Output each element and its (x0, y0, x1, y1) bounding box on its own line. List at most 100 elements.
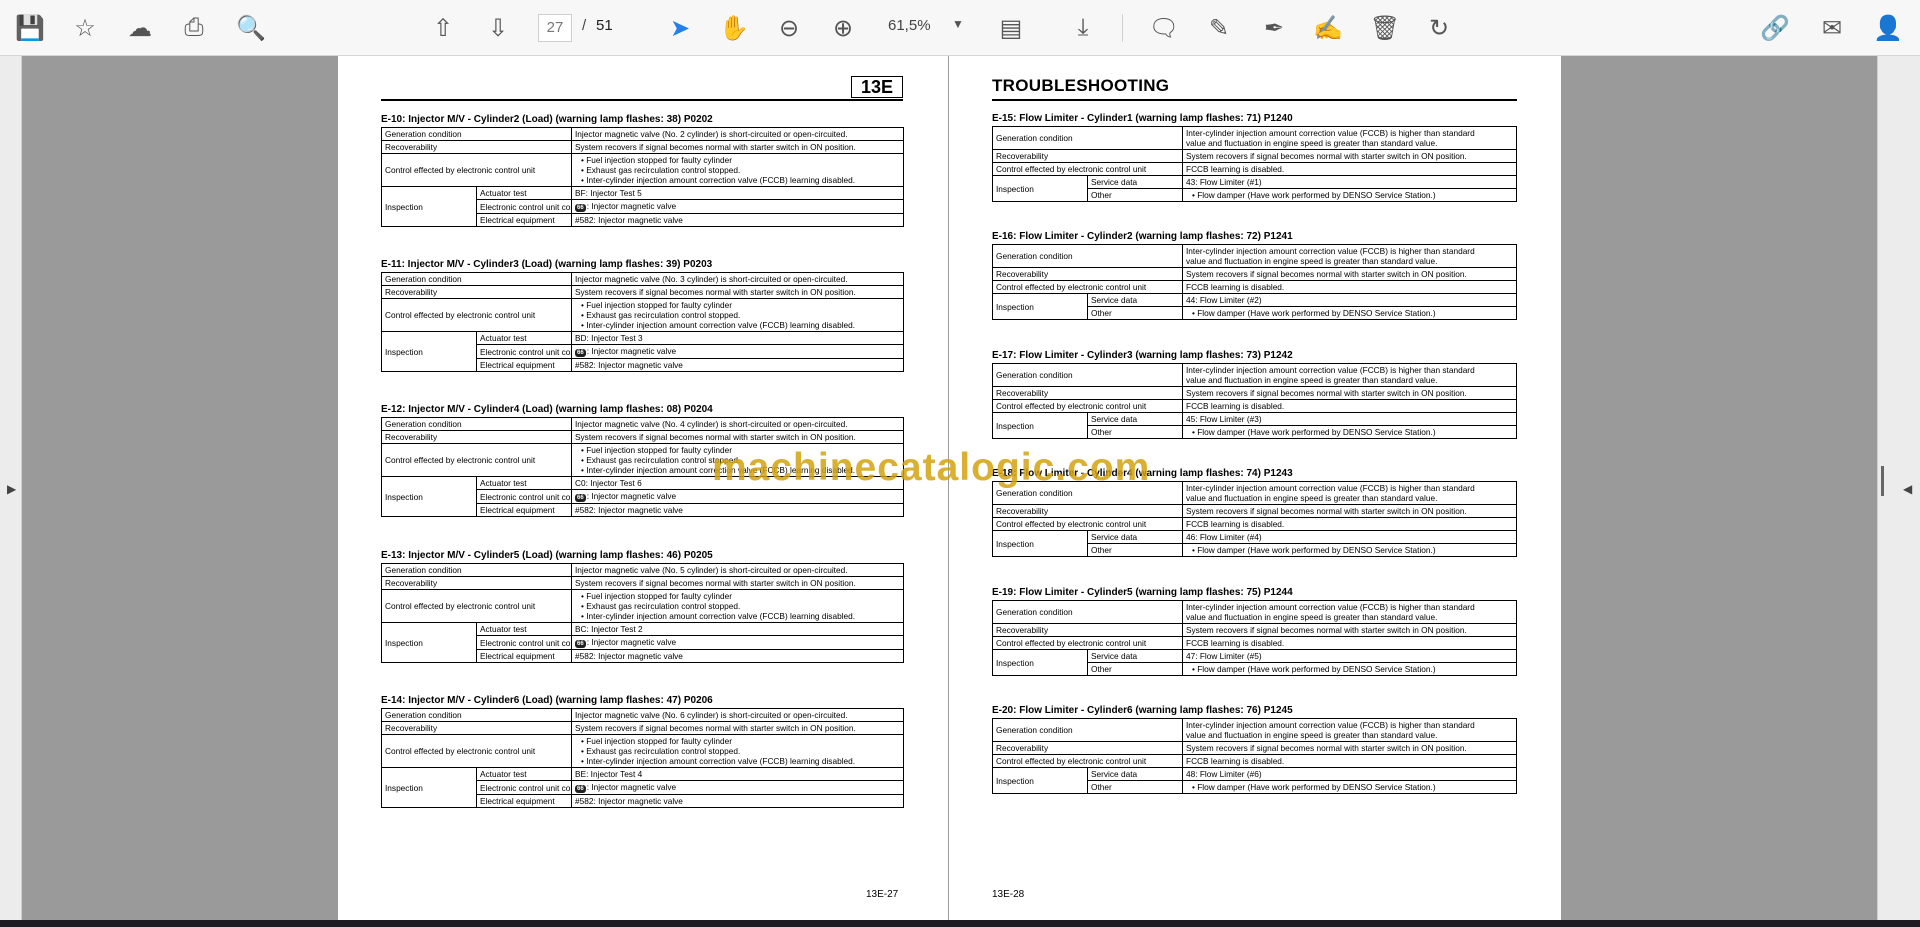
bullet-text: Fuel injection stopped for faulty cylind… (586, 736, 732, 746)
upload-cloud-icon[interactable]: ☁ (122, 10, 158, 46)
value-cell: BF: Injector Test 5 (571, 186, 904, 200)
value-cell: • Fuel injection stopped for faulty cyli… (571, 298, 904, 332)
value-cell: System recovers if signal becomes normal… (571, 721, 904, 735)
value-cell: FCCB learning is disabled. (1182, 162, 1517, 176)
label-cell: Inspection (381, 767, 477, 808)
value-line: value and fluctuation in engine speed is… (1186, 138, 1438, 148)
hand-tool-icon[interactable]: ✋ (716, 10, 752, 46)
value-cell: Inter-cylinder injection amount correcti… (1182, 600, 1517, 624)
fault-section: E-13: Injector M/V - Cylinder5 (Load) (w… (381, 550, 904, 663)
comment-icon[interactable]: 🗨 (1146, 10, 1182, 46)
print-icon[interactable]: ⎙ (176, 10, 212, 46)
label-cell: Generation condition (992, 363, 1183, 387)
label-cell: Control effected by electronic control u… (381, 298, 572, 332)
add-user-icon[interactable]: 👤 (1870, 10, 1906, 46)
zoom-in-icon[interactable]: ⊕ (825, 10, 861, 46)
section-title: E-10: Injector M/V - Cylinder2 (Load) (w… (381, 114, 713, 125)
value-cell: System recovers if signal becomes normal… (1182, 504, 1517, 518)
zoom-out-icon[interactable]: ⊖ (771, 10, 807, 46)
page-separator: / (582, 17, 587, 34)
page-number-input[interactable]: 27 (538, 14, 572, 42)
zoom-level-dropdown[interactable]: 61,5% (888, 17, 931, 34)
label-cell: Electronic control unit connector (476, 489, 572, 504)
label-cell: Electrical equipment (476, 213, 572, 227)
label-cell: Inspection (381, 331, 477, 372)
bullet-text: Flow damper (Have work performed by DENS… (1197, 190, 1436, 200)
section-title: E-15: Flow Limiter - Cylinder1 (warning … (992, 113, 1293, 124)
bookmark-star-icon[interactable]: ☆ (67, 10, 103, 46)
bullet-text: Fuel injection stopped for faulty cylind… (586, 445, 732, 455)
redo-rotate-icon[interactable]: ↻ (1421, 10, 1457, 46)
value-line: Inter-cylinder injection amount correcti… (1186, 720, 1475, 730)
value-cell: BE: Injector Test 4 (571, 767, 904, 781)
label-cell: Actuator test (476, 622, 572, 636)
save-icon[interactable]: 💾 (12, 10, 48, 46)
value-cell: System recovers if signal becomes normal… (571, 576, 904, 590)
zoom-search-icon[interactable]: 🔍 (233, 10, 269, 46)
label-cell: Inspection (381, 476, 477, 517)
label-cell: Electrical equipment (476, 358, 572, 372)
value-line: Inter-cylinder injection amount correcti… (1186, 602, 1475, 612)
label-cell: Generation condition (992, 126, 1183, 150)
value-cell: Injector magnetic valve (No. 2 cylinder)… (571, 127, 904, 141)
connector-tag: 66 (575, 494, 586, 502)
label-cell: Generation condition (992, 600, 1183, 624)
value-cell: Injector magnetic valve (No. 6 cylinder)… (571, 708, 904, 722)
label-cell: Electrical equipment (476, 649, 572, 663)
highlight-pen-icon[interactable]: ✎ (1201, 10, 1237, 46)
fault-section: E-10: Injector M/V - Cylinder2 (Load) (w… (381, 114, 904, 227)
label-cell: Electronic control unit connector (476, 635, 572, 650)
label-cell: Recoverability (381, 140, 572, 154)
expand-right-panel-icon[interactable]: ◀ (1903, 482, 1912, 496)
bullet-text: Flow damper (Have work performed by DENS… (1197, 427, 1436, 437)
label-cell: Other (1087, 543, 1183, 557)
section-title: E-12: Injector M/V - Cylinder4 (Load) (w… (381, 404, 713, 415)
connector-tag: 66 (575, 640, 586, 648)
label-cell: Control effected by electronic control u… (381, 443, 572, 477)
value-cell: • Flow damper (Have work performed by DE… (1182, 425, 1517, 439)
bottom-status-strip (0, 920, 1920, 927)
label-cell: Control effected by electronic control u… (381, 153, 572, 187)
page-total: 51 (596, 17, 613, 34)
label-cell: Generation condition (381, 272, 572, 286)
value-cell: #582: Injector magnetic valve (571, 503, 904, 517)
label-cell: Recoverability (992, 741, 1183, 755)
label-cell: Generation condition (992, 244, 1183, 268)
label-cell: Service data (1087, 649, 1183, 663)
select-cursor-icon[interactable]: ➤ (662, 10, 698, 46)
watermark-text: machinecatalogic.com (712, 446, 1151, 489)
delete-trash-icon[interactable]: 🗑 (1367, 10, 1403, 46)
next-page-icon[interactable]: ⇩ (480, 10, 516, 46)
value-line: value and fluctuation in engine speed is… (1186, 375, 1438, 385)
fit-page-icon[interactable]: ⤓ (1065, 10, 1101, 46)
draw-sign-icon[interactable]: ✒ (1256, 10, 1292, 46)
value-cell: Inter-cylinder injection amount correcti… (1182, 126, 1517, 150)
value-cell: FCCB learning is disabled. (1182, 636, 1517, 650)
label-cell: Control effected by electronic control u… (381, 589, 572, 623)
value-cell: 44: Flow Limiter (#2) (1182, 293, 1517, 307)
bullet-text: Flow damper (Have work performed by DENS… (1197, 782, 1436, 792)
chapter-badge: 13E (851, 76, 903, 98)
page-layout-icon[interactable]: ▤ (993, 10, 1029, 46)
right-panel-drag-handle[interactable] (1881, 466, 1884, 496)
label-cell: Control effected by electronic control u… (381, 734, 572, 768)
value-cell: System recovers if signal becomes normal… (1182, 623, 1517, 637)
label-cell: Generation condition (381, 127, 572, 141)
expand-left-panel-icon[interactable]: ▶ (7, 482, 16, 496)
value-cell: 45: Flow Limiter (#3) (1182, 412, 1517, 426)
label-cell: Other (1087, 425, 1183, 439)
label-cell: Recoverability (992, 386, 1183, 400)
value-line: Inter-cylinder injection amount correcti… (1186, 128, 1475, 138)
fault-table: Generation condition Inter-cylinder injec… (992, 126, 1517, 202)
edit-document-icon[interactable]: ✍ (1310, 10, 1346, 46)
value-cell: System recovers if signal becomes normal… (571, 430, 904, 444)
chevron-down-icon[interactable]: ▼ (952, 17, 964, 31)
value-cell: 66: Injector magnetic valve (571, 199, 904, 214)
value-line: value and fluctuation in engine speed is… (1186, 493, 1438, 503)
value-line: Inter-cylinder injection amount correcti… (1186, 365, 1475, 375)
bullet-text: Flow damper (Have work performed by DENS… (1197, 664, 1436, 674)
email-icon[interactable]: ✉ (1814, 10, 1850, 46)
prev-page-icon[interactable]: ⇧ (425, 10, 461, 46)
header-rule (381, 99, 903, 101)
share-link-icon[interactable]: 🔗 (1757, 10, 1793, 46)
